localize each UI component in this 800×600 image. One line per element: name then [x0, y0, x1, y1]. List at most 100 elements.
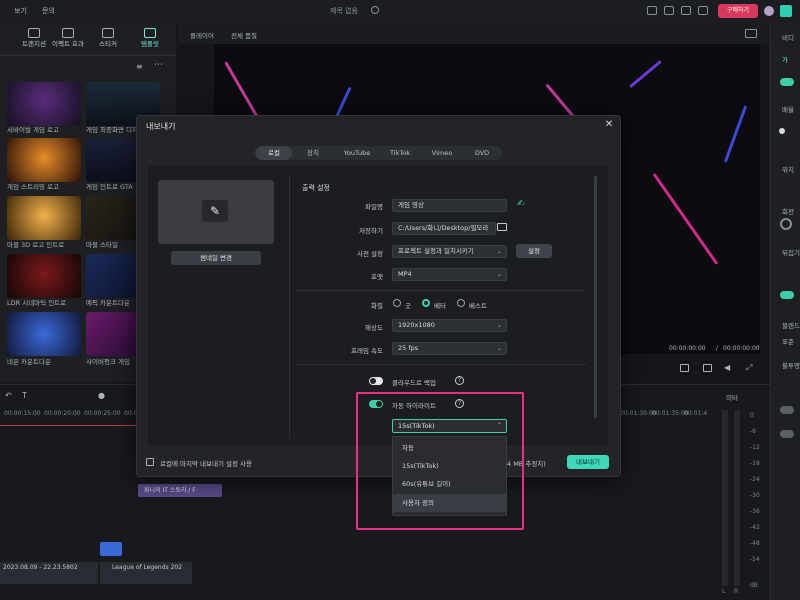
download-icon[interactable] [698, 6, 708, 15]
rotate-knob[interactable] [780, 218, 792, 230]
playhead-marker[interactable] [100, 542, 122, 556]
output-settings-title: 출력 설정 [302, 184, 330, 192]
meter-scale: -18 [750, 460, 760, 467]
fullscreen-icon[interactable]: ⤢ [746, 363, 752, 373]
undo-icon[interactable]: ↶ [5, 391, 12, 400]
quality-select[interactable]: 전체 품질 [231, 30, 257, 40]
scale-slider[interactable] [779, 128, 785, 134]
tab-basic[interactable]: 가 [782, 54, 788, 64]
meter-right-label: R [734, 588, 739, 595]
remember-settings-checkbox[interactable] [146, 458, 154, 466]
tab-label: 템플릿 [141, 40, 159, 48]
remember-settings-label: 로컬에 마지막 내보내기 설정 사용 [160, 460, 252, 468]
toggle-1[interactable] [780, 406, 794, 414]
ruler-tick: 00:00:20:00 [44, 410, 81, 417]
asset-thumb[interactable] [7, 196, 81, 240]
resolution-value: 1920x1080 [398, 321, 435, 329]
ruler-tick: 00:01:4 [684, 410, 708, 417]
change-thumbnail-button[interactable]: 썸네일 변경 [171, 251, 261, 265]
quality-radio-best[interactable] [457, 299, 465, 307]
quality-better-label: 베터 [434, 302, 446, 310]
preset-select[interactable]: 프로젝트 설정과 일치시키기 ⌄ [392, 245, 507, 258]
savepath-input[interactable]: C:/Users/화니/Desktop/필모라 [392, 222, 496, 235]
cloud-backup-label: 클라우드로 백업 [392, 379, 436, 387]
transition-icon [28, 28, 40, 38]
asset-thumb[interactable] [7, 82, 81, 126]
asset-thumb[interactable] [7, 138, 81, 182]
tab-stickers[interactable]: 스티커 [86, 28, 130, 48]
mic-icon[interactable]: ● [98, 391, 105, 400]
tab-vimeo[interactable]: Vimeo [424, 146, 460, 160]
compositing-toggle[interactable] [780, 291, 794, 299]
meter-bar-left [722, 410, 728, 586]
camera-icon[interactable] [703, 364, 712, 372]
menu-view[interactable]: 보기 [14, 6, 27, 16]
quality-radio-good[interactable] [393, 299, 401, 307]
buy-button[interactable]: 구매하기 [718, 4, 758, 18]
top-bar [0, 0, 800, 22]
tab-label: 이펙트 효과 [52, 40, 84, 48]
tab-video[interactable]: 비디 [782, 32, 794, 42]
quality-radio-better[interactable] [422, 299, 430, 307]
toggle-2[interactable] [780, 430, 794, 438]
info-icon[interactable] [371, 6, 379, 14]
edit-icon[interactable]: ✎ [202, 200, 228, 222]
asset-thumb[interactable] [7, 254, 81, 298]
timeline-clip-video[interactable]: 2023.08.09 - 22.23.5802 [0, 562, 98, 584]
ai-rename-icon[interactable]: ✍ [517, 199, 525, 209]
screen-icon[interactable] [680, 364, 689, 372]
tab-templates[interactable]: 템플릿 [128, 28, 172, 48]
text-icon[interactable]: T [22, 391, 27, 400]
divider [289, 176, 290, 438]
chevron-down-icon: ⌄ [496, 345, 502, 352]
tab-local[interactable]: 로컬 [256, 146, 292, 160]
blend-value[interactable]: 표준 [782, 336, 794, 346]
quality-good-label: 굿 [405, 302, 411, 310]
tab-tiktok[interactable]: TikTok [382, 146, 418, 160]
ruler-tick: 00:00:15:00 [4, 410, 41, 417]
volume-icon[interactable]: ◀ [724, 363, 730, 372]
format-select[interactable]: MP4 ⌄ [392, 268, 507, 281]
meter-bar-right [734, 410, 740, 586]
meter-scale: -36 [750, 508, 760, 515]
player-toolbar [178, 22, 770, 44]
asset-caption: 네온 카운트다운 [7, 358, 51, 366]
preset-settings-button[interactable]: 설정 [516, 244, 552, 258]
meter-left-label: L [722, 588, 726, 595]
tab-youtube[interactable]: YouTube [336, 146, 378, 160]
transform-toggle[interactable] [780, 78, 794, 86]
meter-scale: -42 [750, 524, 760, 531]
close-icon[interactable]: ✕ [603, 119, 615, 130]
grid-icon[interactable] [681, 6, 691, 15]
timeline-clip-video-2[interactable]: League of Legends 202 [100, 562, 192, 584]
snapshot-icon[interactable] [745, 29, 757, 38]
cloud-backup-toggle[interactable] [369, 377, 383, 385]
save-icon[interactable] [664, 6, 674, 15]
meter-scale: -6 [750, 428, 756, 435]
meter-scale: -12 [750, 444, 760, 451]
menu-help[interactable]: 문의 [42, 6, 55, 16]
tab-effects[interactable]: 이펙트 효과 [46, 28, 90, 48]
savepath-label: 저장하기 [359, 227, 383, 235]
timeline-clip-title[interactable]: 화니의 IT 스토리 / F [138, 484, 222, 497]
opacity-label: 불투명 [782, 362, 800, 370]
framerate-value: 25 fps [398, 344, 419, 352]
player-mode[interactable]: 플레이어 [190, 30, 214, 40]
tab-dvd[interactable]: DVD [464, 146, 500, 160]
filename-input[interactable]: 게임 영상 [392, 199, 507, 212]
avatar[interactable] [764, 6, 774, 16]
folder-icon[interactable] [497, 223, 507, 231]
export-button[interactable]: 내보내기 [567, 455, 609, 469]
more-icon[interactable]: ⋯ [154, 60, 163, 70]
help-icon[interactable]: ? [455, 376, 464, 385]
meter-scale: -24 [750, 476, 760, 483]
flip-label: 뒤집기 [782, 249, 800, 257]
settings-scrollbar[interactable] [594, 176, 597, 418]
resolution-select[interactable]: 1920x1080 ⌄ [392, 319, 507, 332]
framerate-select[interactable]: 25 fps ⌄ [392, 342, 507, 355]
filter-icon[interactable]: ≡ [136, 62, 143, 71]
work-area-line [0, 425, 145, 426]
asset-thumb[interactable] [7, 312, 81, 356]
tab-device[interactable]: 장치 [296, 146, 330, 160]
monitor-icon[interactable] [647, 6, 657, 15]
